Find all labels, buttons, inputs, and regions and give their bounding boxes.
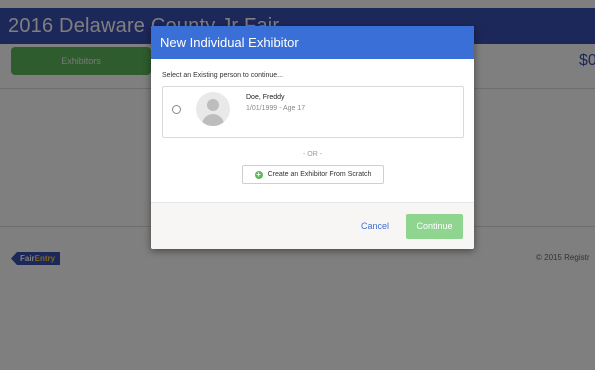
- plus-circle-icon: +: [254, 169, 263, 179]
- create-exhibitor-label: Create an Exhibitor From Scratch: [267, 171, 372, 178]
- person-option[interactable]: Doe, Freddy 1/01/1999 - Age 17: [162, 86, 464, 138]
- radio-button-icon[interactable]: [172, 105, 181, 114]
- new-exhibitor-modal: New Individual Exhibitor Select an Exist…: [151, 26, 474, 249]
- modal-title: New Individual Exhibitor: [160, 35, 299, 50]
- or-separator: - OR -: [302, 151, 323, 158]
- select-person-label: Select an Existing person to continue...: [162, 72, 284, 79]
- person-birthdate-age: 1/01/1999 - Age 17: [246, 105, 306, 112]
- cancel-button[interactable]: Cancel: [361, 221, 389, 231]
- continue-button[interactable]: Continue: [406, 214, 463, 239]
- create-exhibitor-button[interactable]: + Create an Exhibitor From Scratch: [242, 165, 384, 184]
- modal-header: New Individual Exhibitor: [151, 26, 474, 59]
- person-name: Doe, Freddy: [246, 94, 285, 101]
- modal-footer: Cancel Continue: [151, 202, 474, 249]
- user-avatar-icon: [196, 92, 230, 126]
